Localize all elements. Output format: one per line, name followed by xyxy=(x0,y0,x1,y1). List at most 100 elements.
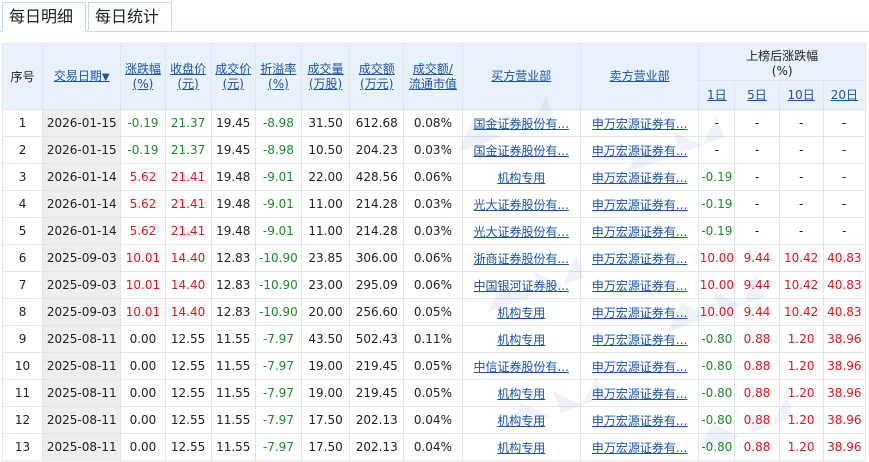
header-ratio-label[interactable]: 成交额/流通市值 xyxy=(409,62,457,91)
header-d5[interactable]: 5日 xyxy=(734,80,780,110)
cell-ratio: 0.06% xyxy=(403,271,463,299)
cell-d10: 1.20 xyxy=(778,406,824,434)
cell-ratio: 0.03% xyxy=(403,190,463,218)
cell-premium: -9.01 xyxy=(254,217,302,245)
header-buyer[interactable]: 买方营业部 xyxy=(461,43,581,110)
cell-seller-link[interactable]: 申万宏源证券有... xyxy=(592,360,687,374)
cell-seller: 申万宏源证券有... xyxy=(579,325,700,353)
cell-seller: 申万宏源证券有... xyxy=(579,244,700,272)
cell-seq: 3 xyxy=(1,163,44,191)
sort-down-arrow-icon[interactable]: ▼ xyxy=(102,72,110,83)
header-close[interactable]: 收盘价 (元) xyxy=(164,43,212,110)
cell-buyer-link[interactable]: 机构专用 xyxy=(497,414,545,428)
header-price-label[interactable]: 成交价 (元) xyxy=(215,62,251,91)
cell-seller-link[interactable]: 申万宏源证券有... xyxy=(592,225,687,239)
cell-seller: 申万宏源证券有... xyxy=(579,136,700,164)
header-amount[interactable]: 成交额 (万元) xyxy=(349,43,405,110)
cell-buyer-link[interactable]: 光大证券股份有... xyxy=(473,198,568,212)
cell-seller-link[interactable]: 申万宏源证券有... xyxy=(592,441,687,455)
cell-buyer-link[interactable]: 浙商证券股份有... xyxy=(473,252,568,266)
cell-buyer-link[interactable]: 光大证券股份有... xyxy=(473,225,568,239)
cell-seller-link[interactable]: 申万宏源证券有... xyxy=(592,198,687,212)
header-d5-label[interactable]: 5日 xyxy=(747,88,767,102)
header-close-label[interactable]: 收盘价 (元) xyxy=(170,62,206,91)
cell-premium: -7.97 xyxy=(254,325,302,353)
cell-d20: 38.96 xyxy=(822,433,867,461)
cell-buyer-link[interactable]: 机构专用 xyxy=(497,171,545,185)
header-trade-date-label[interactable]: 交易日期 xyxy=(54,69,102,83)
cell-amount: 202.13 xyxy=(349,406,405,434)
cell-d5: 0.88 xyxy=(734,325,780,353)
cell-premium: -9.01 xyxy=(254,163,302,191)
cell-price: 11.55 xyxy=(210,406,256,434)
cell-seller-link[interactable]: 申万宏源证券有... xyxy=(592,333,687,347)
cell-seller-link[interactable]: 申万宏源证券有... xyxy=(592,144,687,158)
cell-seller-link[interactable]: 申万宏源证券有... xyxy=(592,387,687,401)
cell-change: -0.19 xyxy=(120,136,166,164)
cell-buyer-link[interactable]: 机构专用 xyxy=(497,333,545,347)
cell-seller-link[interactable]: 申万宏源证券有... xyxy=(592,171,687,185)
header-seller-label[interactable]: 卖方营业部 xyxy=(610,69,670,83)
header-premium[interactable]: 折溢率 (%) xyxy=(254,43,302,110)
cell-amount: 214.28 xyxy=(349,190,405,218)
cell-change: 10.01 xyxy=(120,298,166,326)
header-price[interactable]: 成交价 (元) xyxy=(210,43,256,110)
cell-seller-link[interactable]: 申万宏源证券有... xyxy=(592,279,687,293)
cell-volume: 19.00 xyxy=(300,352,351,380)
table-row: 7 2025-09-03 10.01 14.40 12.83 -10.90 23.00 295… xyxy=(1,271,867,299)
header-d10[interactable]: 10日 xyxy=(778,80,824,110)
cell-amount: 202.13 xyxy=(349,433,405,461)
cell-seller: 申万宏源证券有... xyxy=(579,190,700,218)
cell-buyer-link[interactable]: 中国银河证券股... xyxy=(473,279,568,293)
header-ratio[interactable]: 成交额/流通市值 xyxy=(403,43,463,110)
header-d1[interactable]: 1日 xyxy=(698,80,736,110)
header-premium-label[interactable]: 折溢率 (%) xyxy=(260,62,296,91)
header-seller[interactable]: 卖方营业部 xyxy=(579,43,700,110)
cell-buyer: 国金证券股份有... xyxy=(461,136,581,164)
header-d10-label[interactable]: 10日 xyxy=(787,88,814,102)
header-d20-label[interactable]: 20日 xyxy=(831,88,858,102)
cell-d1: -0.19 xyxy=(698,163,736,191)
cell-date: 2025-08-11 xyxy=(42,352,122,380)
cell-change: 10.01 xyxy=(120,244,166,272)
cell-seller: 申万宏源证券有... xyxy=(579,298,700,326)
header-trade-date[interactable]: 交易日期▼ xyxy=(42,43,122,110)
cell-buyer: 机构专用 xyxy=(461,379,581,407)
cell-buyer-link[interactable]: 机构专用 xyxy=(497,306,545,320)
cell-d5: 9.44 xyxy=(734,298,780,326)
cell-seller-link[interactable]: 申万宏源证券有... xyxy=(592,117,687,131)
cell-seller-link[interactable]: 申万宏源证券有... xyxy=(592,414,687,428)
cell-date: 2026-01-15 xyxy=(42,109,122,137)
tab-daily-statistics[interactable]: 每日统计 xyxy=(88,2,172,30)
cell-buyer-link[interactable]: 中信证券股份有... xyxy=(473,360,568,374)
cell-buyer-link[interactable]: 国金证券股份有... xyxy=(473,117,568,131)
cell-change: -0.19 xyxy=(120,109,166,137)
cell-seller: 申万宏源证券有... xyxy=(579,379,700,407)
header-change-label[interactable]: 涨跌幅 (%) xyxy=(125,62,161,91)
cell-seller-link[interactable]: 申万宏源证券有... xyxy=(592,306,687,320)
tab-daily-detail[interactable]: 每日明细 xyxy=(2,2,86,32)
cell-buyer-link[interactable]: 国金证券股份有... xyxy=(473,144,568,158)
header-amount-label[interactable]: 成交额 (万元) xyxy=(359,62,395,91)
cell-ratio: 0.08% xyxy=(403,109,463,137)
cell-date: 2025-09-03 xyxy=(42,271,122,299)
cell-seller-link[interactable]: 申万宏源证券有... xyxy=(592,252,687,266)
header-buyer-label[interactable]: 买方营业部 xyxy=(491,69,551,83)
cell-d5: 9.44 xyxy=(734,271,780,299)
cell-amount: 306.00 xyxy=(349,244,405,272)
table-row: 1 2026-01-15 -0.19 21.37 19.45 -8.98 31.50 612.… xyxy=(1,109,867,137)
cell-d20: 40.83 xyxy=(822,244,867,272)
cell-buyer-link[interactable]: 机构专用 xyxy=(497,387,545,401)
cell-d20: 38.96 xyxy=(822,406,867,434)
header-change[interactable]: 涨跌幅 (%) xyxy=(120,43,166,110)
cell-buyer-link[interactable]: 机构专用 xyxy=(497,441,545,455)
cell-d1: 10.00 xyxy=(698,244,736,272)
cell-volume: 10.50 xyxy=(300,136,351,164)
header-d1-label[interactable]: 1日 xyxy=(707,88,727,102)
table-row: 10 2025-08-11 0.00 12.55 11.55 -7.97 19.00 219.… xyxy=(1,352,867,380)
header-volume[interactable]: 成交量 (万股) xyxy=(300,43,351,110)
header-d20[interactable]: 20日 xyxy=(822,80,867,110)
header-volume-label[interactable]: 成交量 (万股) xyxy=(308,62,344,91)
cell-close: 12.55 xyxy=(164,379,212,407)
table-row: 9 2025-08-11 0.00 12.55 11.55 -7.97 43.50 502.4… xyxy=(1,325,867,353)
